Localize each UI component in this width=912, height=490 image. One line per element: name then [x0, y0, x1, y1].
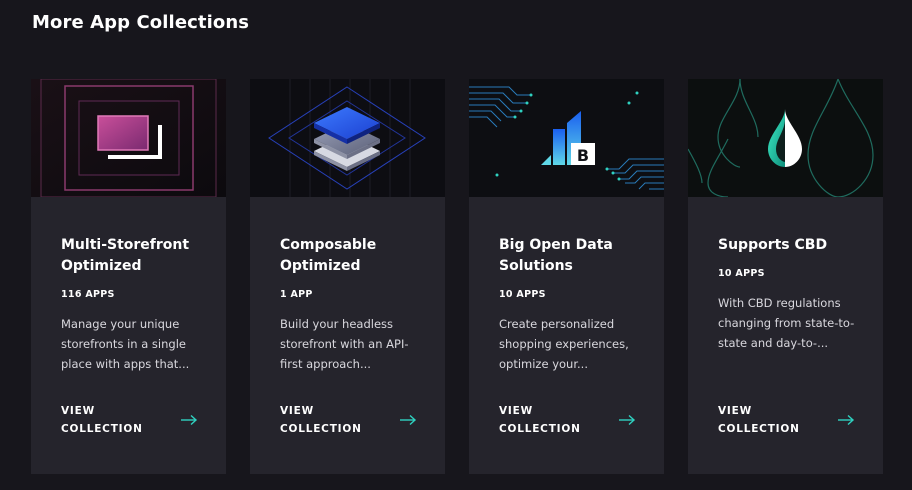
- collection-card-supports-cbd[interactable]: Supports CBD 10 APPS With CBD regulation…: [688, 79, 883, 474]
- card-description: Manage your unique storefronts in a sing…: [61, 317, 190, 371]
- section-title: More App Collections: [32, 12, 250, 33]
- view-collection-label: VIEW COLLECTION: [718, 405, 800, 435]
- app-count: 10 APPS: [499, 289, 546, 300]
- card-body: Supports CBD 10 APPS With CBD regulation…: [718, 197, 859, 353]
- view-collection-label: VIEW COLLECTION: [280, 405, 362, 435]
- card-description: Create personalized shopping experiences…: [499, 317, 629, 371]
- collections-grid: Multi-Storefront Optimized 116 APPS Mana…: [31, 79, 883, 474]
- card-body: Composable Optimized 1 APP Build your he…: [280, 197, 421, 374]
- arrow-right-icon: [838, 414, 855, 426]
- card-title: Multi-Storefront Optimized: [61, 237, 190, 274]
- svg-text:B: B: [577, 146, 589, 165]
- view-collection-label: VIEW COLLECTION: [499, 405, 581, 435]
- data-bars-logo-icon: B: [469, 79, 664, 197]
- app-count: 116 APPS: [61, 289, 115, 300]
- card-title: Supports CBD: [718, 237, 828, 253]
- arrow-right-icon: [181, 414, 198, 426]
- collection-image: [688, 79, 883, 197]
- collection-card-big-open-data[interactable]: B Big Open Data Solutions 10 APPS Create…: [469, 79, 664, 474]
- view-collection-label: VIEW COLLECTION: [61, 405, 143, 435]
- card-title: Composable Optimized: [280, 237, 377, 274]
- collection-image: [31, 79, 226, 197]
- card-body: Multi-Storefront Optimized 116 APPS Mana…: [61, 197, 202, 374]
- app-collections-page: More App Collections Multi-Storefront Op…: [0, 0, 912, 490]
- app-count: 1 APP: [280, 289, 313, 300]
- layers-stack-icon: [250, 79, 445, 197]
- card-title: Big Open Data Solutions: [499, 237, 613, 274]
- app-count: 10 APPS: [718, 268, 765, 279]
- card-description: Build your headless storefront with an A…: [280, 317, 409, 371]
- card-description: With CBD regulations changing from state…: [718, 296, 855, 350]
- view-collection-link[interactable]: VIEW COLLECTION: [718, 402, 855, 438]
- collection-card-multi-storefront[interactable]: Multi-Storefront Optimized 116 APPS Mana…: [31, 79, 226, 474]
- cbd-droplet-icon: [688, 79, 883, 197]
- arrow-right-icon: [619, 414, 636, 426]
- storefront-frames-icon: [31, 79, 226, 197]
- card-body: Big Open Data Solutions 10 APPS Create p…: [499, 197, 640, 374]
- collection-card-composable[interactable]: Composable Optimized 1 APP Build your he…: [250, 79, 445, 474]
- collection-image: B: [469, 79, 664, 197]
- view-collection-link[interactable]: VIEW COLLECTION: [61, 402, 198, 438]
- view-collection-link[interactable]: VIEW COLLECTION: [499, 402, 636, 438]
- collection-image: [250, 79, 445, 197]
- arrow-right-icon: [400, 414, 417, 426]
- view-collection-link[interactable]: VIEW COLLECTION: [280, 402, 417, 438]
